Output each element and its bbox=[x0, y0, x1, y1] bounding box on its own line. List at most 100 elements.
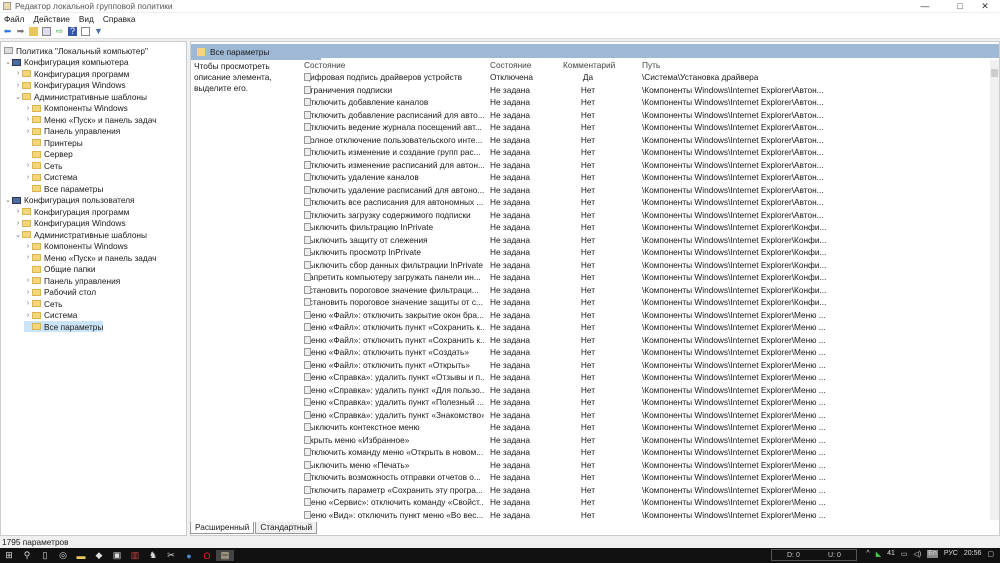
gamepad-icon[interactable]: ♞ bbox=[144, 550, 162, 561]
tray-count[interactable]: 41 bbox=[887, 550, 895, 558]
globe-app-icon[interactable]: ● bbox=[180, 551, 198, 561]
column-header-name[interactable]: Состояние bbox=[304, 60, 345, 70]
tree-item[interactable]: › Компоненты Windows bbox=[24, 241, 128, 252]
table-row[interactable]: Меню «Справка»: удалить пункт «Полезный … bbox=[301, 396, 991, 409]
tree-item[interactable]: › Панель управления bbox=[24, 275, 120, 286]
tree-item[interactable]: › Сеть bbox=[24, 298, 63, 309]
tree-item[interactable]: › Компоненты Windows bbox=[24, 103, 128, 114]
table-row[interactable]: Отключить загрузку содержимого подписки Н… bbox=[301, 209, 991, 222]
up-folder-icon[interactable] bbox=[29, 27, 38, 36]
table-row[interactable]: Меню «Файл»: отключить пункт «Открыть» Не… bbox=[301, 359, 991, 372]
table-row[interactable]: Установить пороговое значение фильтраци.… bbox=[301, 284, 991, 297]
tree-item[interactable]: Сервер bbox=[24, 149, 73, 160]
chevron-right-icon[interactable]: › bbox=[24, 243, 32, 250]
nvidia-icon[interactable]: ◣ bbox=[876, 550, 881, 558]
tree-item[interactable]: › Система bbox=[24, 172, 78, 183]
chevron-down-icon[interactable]: ⌄ bbox=[14, 93, 22, 101]
chevron-down-icon[interactable]: ⌄ bbox=[4, 58, 12, 66]
chevron-right-icon[interactable]: › bbox=[14, 70, 22, 77]
back-icon[interactable]: ⬅ bbox=[3, 27, 12, 36]
column-header-state[interactable]: Состояние bbox=[490, 60, 531, 70]
table-row[interactable]: Меню «Справка»: удалить пункт «Отзывы и … bbox=[301, 371, 991, 384]
close-button[interactable]: ✕ bbox=[970, 0, 1000, 12]
chevron-right-icon[interactable]: › bbox=[24, 277, 32, 284]
table-row[interactable]: Меню «Файл»: отключить пункт «Сохранить … bbox=[301, 321, 991, 334]
language-indicator[interactable]: РУС bbox=[944, 550, 958, 558]
table-row[interactable]: Выключить защиту от слежения Не задана Нет… bbox=[301, 234, 991, 247]
vertical-scrollbar[interactable] bbox=[990, 60, 999, 520]
start-windows-icon[interactable]: ⊞ bbox=[0, 550, 18, 561]
tree-item[interactable]: › Конфигурация программ bbox=[14, 68, 130, 79]
network-icon[interactable]: ▭ bbox=[901, 550, 908, 558]
chevron-down-icon[interactable]: ⌄ bbox=[14, 231, 22, 239]
tree-item[interactable]: Общие папки bbox=[24, 264, 95, 275]
input-method-icon[interactable]: En bbox=[927, 550, 938, 558]
tool-app-icon[interactable]: ✂ bbox=[162, 550, 180, 561]
chevron-right-icon[interactable]: › bbox=[14, 82, 22, 89]
table-row[interactable]: Меню «Вид»: отключить пункт меню «Во вес… bbox=[301, 509, 991, 522]
column-header-path[interactable]: Путь bbox=[642, 60, 660, 70]
tree-item[interactable]: › Рабочий стол bbox=[24, 287, 96, 298]
tree-item[interactable]: Принтеры bbox=[24, 137, 83, 148]
table-row[interactable]: Выключить контекстное меню Не задана Нет \К… bbox=[301, 421, 991, 434]
table-row[interactable]: Отключить добавление каналов Не задана Нет… bbox=[301, 96, 991, 109]
chevron-right-icon[interactable]: › bbox=[24, 105, 32, 112]
chevron-right-icon[interactable]: › bbox=[24, 312, 32, 319]
tree-item[interactable]: ⌄ Административные шаблоны bbox=[14, 91, 147, 102]
table-row[interactable]: Выключить меню «Печать» Не задана Нет \Комп… bbox=[301, 459, 991, 472]
table-row[interactable]: Выключить просмотр InPrivate Не задана Нет… bbox=[301, 246, 991, 259]
table-row[interactable]: Выключить сбор данных фильтрации InPriva… bbox=[301, 259, 991, 272]
table-row[interactable]: Отключить изменение и создание групп рас… bbox=[301, 146, 991, 159]
table-row[interactable]: Выключить фильтрацию InPrivate Не задана Н… bbox=[301, 221, 991, 234]
table-row[interactable]: Отключить параметр «Сохранить эту програ… bbox=[301, 484, 991, 497]
tree-item[interactable]: › Конфигурация Windows bbox=[14, 218, 126, 229]
table-row[interactable]: Меню «Справка»: удалить пункт «Для польз… bbox=[301, 384, 991, 397]
scrollbar-thumb[interactable] bbox=[991, 69, 998, 77]
chevron-right-icon[interactable]: › bbox=[14, 208, 22, 215]
table-row[interactable]: Отключить возможность отправки отчетов о… bbox=[301, 471, 991, 484]
clock[interactable]: 20:56 bbox=[964, 550, 982, 558]
table-row[interactable]: Отключить изменение расписаний для автон… bbox=[301, 159, 991, 172]
drive-app-icon[interactable]: ◆ bbox=[90, 550, 108, 561]
forward-icon[interactable]: ➡ bbox=[16, 27, 25, 36]
filter-icon[interactable]: ▼ bbox=[94, 27, 103, 36]
volume-icon[interactable]: ◁) bbox=[914, 550, 922, 558]
menu-file[interactable]: Файл bbox=[4, 13, 24, 25]
opera-icon[interactable]: O bbox=[198, 551, 216, 561]
chevron-up-icon[interactable]: ^ bbox=[866, 550, 869, 558]
gpedit-app-icon[interactable]: ▤ bbox=[216, 550, 234, 561]
chevron-right-icon[interactable]: › bbox=[24, 289, 32, 296]
magnifier-app-icon[interactable]: ◎ bbox=[54, 550, 72, 561]
chevron-right-icon[interactable]: › bbox=[24, 128, 32, 135]
table-row[interactable]: Ограничения подписки Не задана Нет \Компоне… bbox=[301, 84, 991, 97]
table-row[interactable]: Меню «Сервис»: отключить команду «Свойст… bbox=[301, 496, 991, 509]
chevron-right-icon[interactable]: › bbox=[24, 300, 32, 307]
search-icon[interactable]: ⚲ bbox=[18, 550, 36, 561]
column-header-comment[interactable]: Комментарий bbox=[563, 60, 615, 70]
tree-item[interactable]: Политика "Локальный компьютер" bbox=[4, 45, 148, 56]
tree-item[interactable]: ⌄ Административные шаблоны bbox=[14, 229, 147, 240]
tree-item[interactable]: Все параметры bbox=[24, 321, 104, 332]
tree-item[interactable]: › Система bbox=[24, 310, 78, 321]
chevron-right-icon[interactable]: › bbox=[24, 162, 32, 169]
table-row[interactable]: Отключить удаление расписаний для автоно… bbox=[301, 184, 991, 197]
tree-item[interactable]: › Меню «Пуск» и панель задач bbox=[24, 252, 157, 263]
table-row[interactable]: Отключить добавление расписаний для авто… bbox=[301, 109, 991, 122]
file-explorer-icon[interactable]: ▬ bbox=[72, 551, 90, 561]
minimize-button[interactable]: — bbox=[910, 0, 940, 12]
properties-icon[interactable] bbox=[81, 27, 90, 36]
chevron-right-icon[interactable]: › bbox=[24, 254, 32, 261]
phone-app-icon[interactable]: ▯ bbox=[36, 550, 54, 561]
table-row[interactable]: Отключить команду меню «Открыть в новом.… bbox=[301, 446, 991, 459]
books-app-icon[interactable]: ▥ bbox=[126, 550, 144, 561]
table-row[interactable]: Скрыть меню «Избранное» Не задана Нет \Комп… bbox=[301, 434, 991, 447]
chevron-right-icon[interactable]: › bbox=[24, 116, 32, 123]
tree-item[interactable]: › Панель управления bbox=[24, 126, 120, 137]
tree-item[interactable]: Все параметры bbox=[24, 183, 103, 194]
table-row[interactable]: Отключить ведение журнала посещений авт.… bbox=[301, 121, 991, 134]
tree-item[interactable]: › Сеть bbox=[24, 160, 63, 171]
tab-extended[interactable]: Расширенный bbox=[190, 522, 255, 534]
menu-help[interactable]: Справка bbox=[103, 13, 136, 25]
tree-item[interactable]: ⌄ Конфигурация пользователя bbox=[4, 195, 134, 206]
table-row[interactable]: Меню «Справка»: удалить пункт «Знакомств… bbox=[301, 409, 991, 422]
